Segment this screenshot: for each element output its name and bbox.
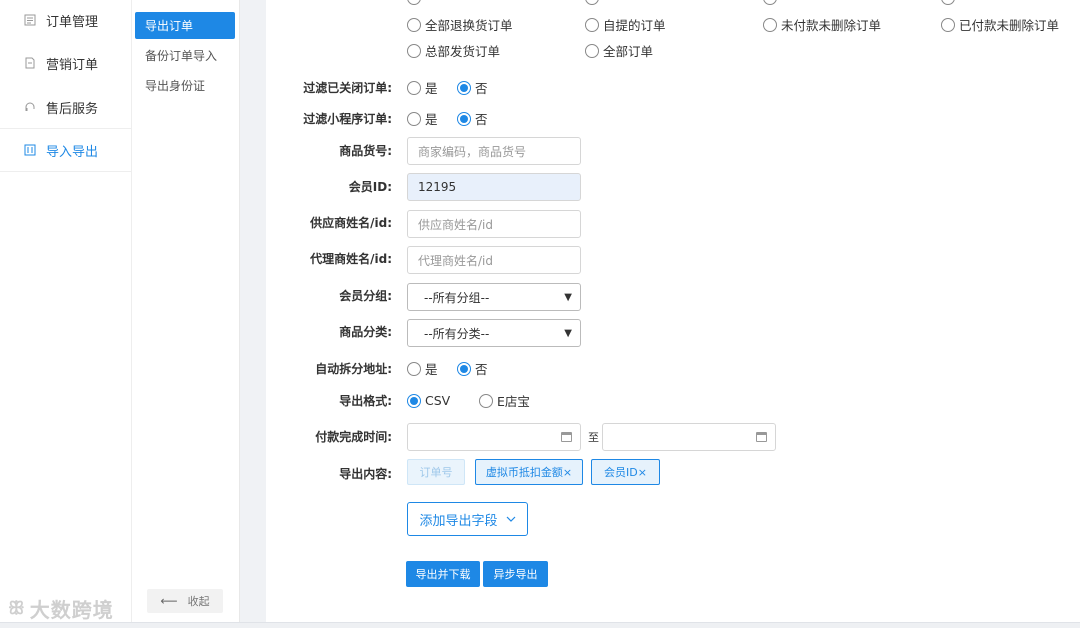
watermark: ꕥ 大数跨境 <box>8 594 114 623</box>
arrow-left-icon: ⟵ <box>160 594 178 608</box>
status-radio-clipped[interactable] <box>585 0 763 5</box>
sidebar-item-marketing-orders[interactable]: 营销订单 <box>0 41 131 85</box>
sidebar-item-label: 售后服务 <box>46 101 99 117</box>
add-export-field-button[interactable]: 添加导出字段 <box>407 502 528 536</box>
member-group-select[interactable]: --所有分组-- ▼ <box>407 283 581 311</box>
filter-miniprogram-group: 是 否 <box>407 109 488 128</box>
auto-split-label: 自动拆分地址: <box>315 362 392 376</box>
sidebar-item-label: 订单管理 <box>46 14 99 30</box>
payment-time-label: 付款完成时间: <box>315 430 392 444</box>
auto-split-yes[interactable]: 是 <box>407 359 457 378</box>
import-export-icon <box>24 144 36 156</box>
export-tag-virtual-coin[interactable]: 虚拟币抵扣金额× <box>475 459 583 485</box>
filter-closed-no[interactable]: 否 <box>457 78 488 97</box>
sidebar-item-import-export[interactable]: 导入导出 <box>0 128 131 172</box>
watermark-logo-icon: ꕥ <box>8 598 26 619</box>
status-radio-all-orders[interactable]: 全部订单 <box>585 41 653 60</box>
document-icon <box>24 57 36 69</box>
export-tag-order-no: 订单号 <box>407 459 465 485</box>
product-category-selected: --所有分类-- <box>424 326 490 341</box>
filter-closed-label: 过滤已关闭订单: <box>303 81 392 95</box>
status-radio-clipped[interactable] <box>941 0 959 5</box>
collapse-label: 收起 <box>187 595 210 608</box>
agent-input[interactable]: 代理商姓名/id <box>407 246 581 274</box>
chevron-down-icon <box>506 516 515 522</box>
primary-sidebar: 订单管理 营销订单 售后服务 导入导出 <box>0 0 132 628</box>
product-code-input[interactable]: 商家编码，商品货号 <box>407 137 581 165</box>
auto-split-no[interactable]: 否 <box>457 359 488 378</box>
calendar-icon <box>756 432 767 442</box>
watermark-text: 大数跨境 <box>29 598 114 622</box>
member-group-selected: --所有分组-- <box>424 290 490 305</box>
agent-label: 代理商姓名/id: <box>310 252 392 266</box>
filter-closed-group: 是 否 <box>407 78 488 97</box>
status-radio-unpaid-undeleted[interactable]: 未付款未删除订单 <box>763 15 941 34</box>
status-options-row1: 全部退换货订单 自提的订单 未付款未删除订单 已付款未删除订单 <box>407 15 1059 34</box>
member-id-label: 会员ID: <box>348 180 392 194</box>
filter-miniprogram-label: 过滤小程序订单: <box>303 112 392 126</box>
sidebar-item-order-management[interactable]: 订单管理 <box>0 0 131 42</box>
collapse-button[interactable]: ⟵ 收起 <box>147 589 223 613</box>
payment-time-end[interactable] <box>602 423 776 451</box>
export-format-edianbao[interactable]: E店宝 <box>479 391 530 410</box>
status-options-row2: 总部发货订单 全部订单 <box>407 41 653 60</box>
export-content-label: 导出内容: <box>339 467 392 481</box>
filter-miniprogram-yes[interactable]: 是 <box>407 109 457 128</box>
product-code-label: 商品货号: <box>339 144 392 158</box>
supplier-input[interactable]: 供应商姓名/id <box>407 210 581 238</box>
member-id-input[interactable]: 12195 <box>407 173 581 201</box>
list-icon <box>24 14 36 26</box>
export-format-group: CSV E店宝 <box>407 391 530 410</box>
status-radio-paid-undeleted[interactable]: 已付款未删除订单 <box>941 15 1059 34</box>
async-export-button[interactable]: 异步导出 <box>483 561 548 587</box>
subnav-export-orders[interactable]: 导出订单 <box>135 12 235 39</box>
export-format-csv[interactable]: CSV <box>407 393 479 408</box>
product-category-label: 商品分类: <box>339 325 392 339</box>
subnav-export-id-card[interactable]: 导出身份证 <box>135 72 235 99</box>
export-download-button[interactable]: 导出并下载 <box>406 561 480 587</box>
status-radio-self-pickup[interactable]: 自提的订单 <box>585 15 763 34</box>
status-radio-clipped[interactable] <box>407 0 585 5</box>
calendar-icon <box>561 432 572 442</box>
main-content: 全部退换货订单 自提的订单 未付款未删除订单 已付款未删除订单 总部发货订单 全… <box>266 0 1080 622</box>
headset-icon <box>24 101 36 113</box>
bottom-divider <box>0 622 1080 628</box>
subnav-backup-import[interactable]: 备份订单导入 <box>135 42 235 69</box>
product-category-select[interactable]: --所有分类-- ▼ <box>407 319 581 347</box>
chevron-down-icon: ▼ <box>564 291 572 303</box>
sidebar-item-label: 导入导出 <box>46 144 99 160</box>
member-group-label: 会员分组: <box>339 289 392 303</box>
add-export-field-label: 添加导出字段 <box>419 513 498 529</box>
supplier-label: 供应商姓名/id: <box>310 216 392 230</box>
sidebar-item-label: 营销订单 <box>46 57 99 73</box>
status-radio-hq-shipping[interactable]: 总部发货订单 <box>407 41 585 60</box>
export-format-label: 导出格式: <box>339 394 392 408</box>
export-tag-member-id[interactable]: 会员ID× <box>591 459 660 485</box>
payment-time-start[interactable] <box>407 423 581 451</box>
status-options-row0 <box>407 0 959 5</box>
filter-miniprogram-no[interactable]: 否 <box>457 109 488 128</box>
filter-closed-yes[interactable]: 是 <box>407 78 457 97</box>
status-radio-all-returns[interactable]: 全部退换货订单 <box>407 15 585 34</box>
chevron-down-icon: ▼ <box>564 327 572 339</box>
status-radio-clipped[interactable] <box>763 0 941 5</box>
secondary-sidebar: 导出订单 备份订单导入 导出身份证 ⟵ 收起 <box>132 0 240 628</box>
auto-split-group: 是 否 <box>407 359 488 378</box>
sidebar-item-after-sales[interactable]: 售后服务 <box>0 85 131 129</box>
date-range-separator: 至 <box>588 431 599 444</box>
